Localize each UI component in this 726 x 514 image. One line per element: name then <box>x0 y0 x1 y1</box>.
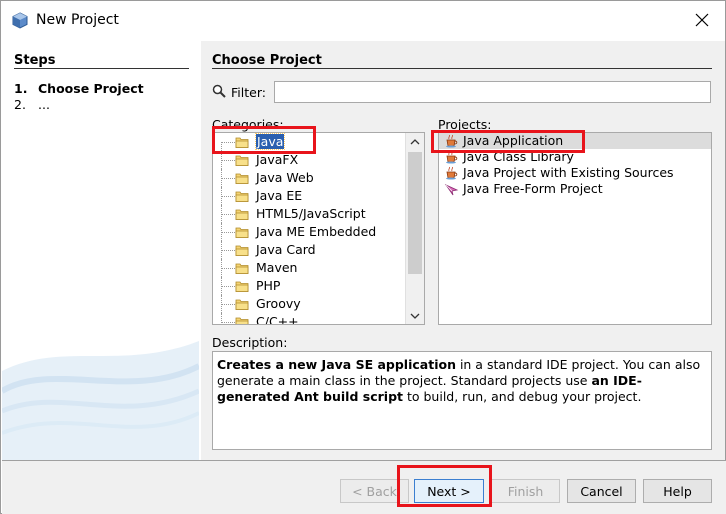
folder-icon <box>235 171 250 185</box>
projects-label: Projects: <box>438 117 492 132</box>
steps-divider <box>14 68 189 69</box>
category-label: JavaFX <box>256 152 299 167</box>
chevron-up-icon <box>410 138 420 144</box>
description-bold-1: Creates a new Java SE application <box>217 357 456 372</box>
step-item-2: 2.... <box>14 97 50 112</box>
project-item[interactable]: Java Project with Existing Sources <box>439 165 711 181</box>
tree-line <box>221 142 222 151</box>
category-item[interactable]: Java EE <box>213 187 405 205</box>
project-item[interactable]: Java Application <box>439 133 711 149</box>
project-label: Java Application <box>463 133 564 148</box>
close-icon <box>695 13 709 27</box>
category-label: Java <box>254 133 286 150</box>
tree-line <box>221 313 222 324</box>
project-item[interactable]: Java Free-Form Project <box>439 181 711 197</box>
projects-items: Java Application Java Class Library Java P… <box>439 133 711 197</box>
folder-icon <box>235 207 250 221</box>
folder-icon <box>235 225 250 239</box>
folder-icon <box>235 135 250 149</box>
project-label: Java Class Library <box>463 149 574 164</box>
categories-list: Java JavaFX Java Web Java EE HTML5/JavaScrip… <box>213 133 405 325</box>
search-icon <box>212 84 226 98</box>
description-label: Description: <box>212 335 288 350</box>
categories-scrollbar[interactable] <box>405 133 424 324</box>
scroll-down-button[interactable] <box>406 307 424 324</box>
title-bar: New Project <box>1 1 725 41</box>
folder-icon <box>235 279 250 293</box>
chevron-down-icon <box>410 313 420 319</box>
category-item[interactable]: PHP <box>213 277 405 295</box>
categories-tree[interactable]: Java JavaFX Java Web Java EE HTML5/JavaScrip… <box>212 132 425 325</box>
category-item[interactable]: Groovy <box>213 295 405 313</box>
back-button[interactable]: < Back <box>340 479 409 503</box>
category-label: HTML5/JavaScript <box>256 206 366 221</box>
step-number: 2. <box>14 97 26 112</box>
categories-label: Categories: <box>212 117 284 132</box>
project-label: Java Project with Existing Sources <box>463 165 674 180</box>
coffee-cup-icon <box>444 166 459 180</box>
category-label: PHP <box>256 278 281 293</box>
category-label: Maven <box>256 260 298 275</box>
step-item-choose-project: 1. Choose Project <box>14 81 144 96</box>
window-title: New Project <box>36 12 119 28</box>
filter-label: Filter: <box>231 85 266 100</box>
folder-icon <box>235 261 250 275</box>
category-item[interactable]: Java Card <box>213 241 405 259</box>
project-item[interactable]: Java Class Library <box>439 149 711 165</box>
free-form-icon <box>444 182 459 196</box>
category-item[interactable]: JavaFX <box>213 151 405 169</box>
close-button[interactable] <box>679 1 725 39</box>
description-text-4: to build, run, and debug your project. <box>403 389 642 404</box>
steps-panel: Steps 1. Choose Project 2.... <box>2 41 199 460</box>
category-label: Java Web <box>256 170 314 185</box>
cancel-button[interactable]: Cancel <box>567 479 636 503</box>
choose-project-panel: Choose Project Filter: Categories: Proje… <box>201 41 725 460</box>
projects-list[interactable]: Java Application Java Class Library Java P… <box>438 132 712 325</box>
category-item[interactable]: Java <box>213 133 405 151</box>
coffee-cup-icon <box>444 134 459 148</box>
description-text: Creates a new Java SE application in a s… <box>212 351 712 450</box>
category-label: Groovy <box>256 296 301 311</box>
panel-divider <box>212 68 712 69</box>
steps-heading: Steps <box>14 53 56 68</box>
category-item[interactable]: Maven <box>213 259 405 277</box>
category-item[interactable]: Java ME Embedded <box>213 223 405 241</box>
help-button[interactable]: Help <box>643 479 712 503</box>
step-label: ... <box>38 97 50 112</box>
filter-input[interactable] <box>274 81 711 103</box>
scroll-thumb[interactable] <box>408 152 422 274</box>
new-project-dialog: New Project Steps 1. Choose Project 2....… <box>0 0 726 514</box>
category-label: C/C++ <box>256 314 299 325</box>
category-label: Java ME Embedded <box>256 224 377 239</box>
step-number: 1. <box>14 81 28 96</box>
folder-icon <box>235 153 250 167</box>
step-label: Choose Project <box>38 81 144 96</box>
netbeans-cube-icon <box>12 12 28 29</box>
finish-button[interactable]: Finish <box>491 479 560 503</box>
folder-icon <box>235 297 250 311</box>
category-label: Java Card <box>256 242 316 257</box>
category-item[interactable]: Java Web <box>213 169 405 187</box>
folder-icon <box>235 243 250 257</box>
panel-title: Choose Project <box>212 53 322 68</box>
scroll-up-button[interactable] <box>406 133 424 150</box>
category-item[interactable]: HTML5/JavaScript <box>213 205 405 223</box>
project-label: Java Free-Form Project <box>463 181 603 196</box>
category-label: Java EE <box>256 188 303 203</box>
next-button[interactable]: Next > <box>414 479 484 503</box>
folder-icon <box>235 315 250 324</box>
folder-icon <box>235 189 250 203</box>
coffee-cup-icon <box>444 150 459 164</box>
category-item[interactable]: C/C++ <box>213 313 405 325</box>
